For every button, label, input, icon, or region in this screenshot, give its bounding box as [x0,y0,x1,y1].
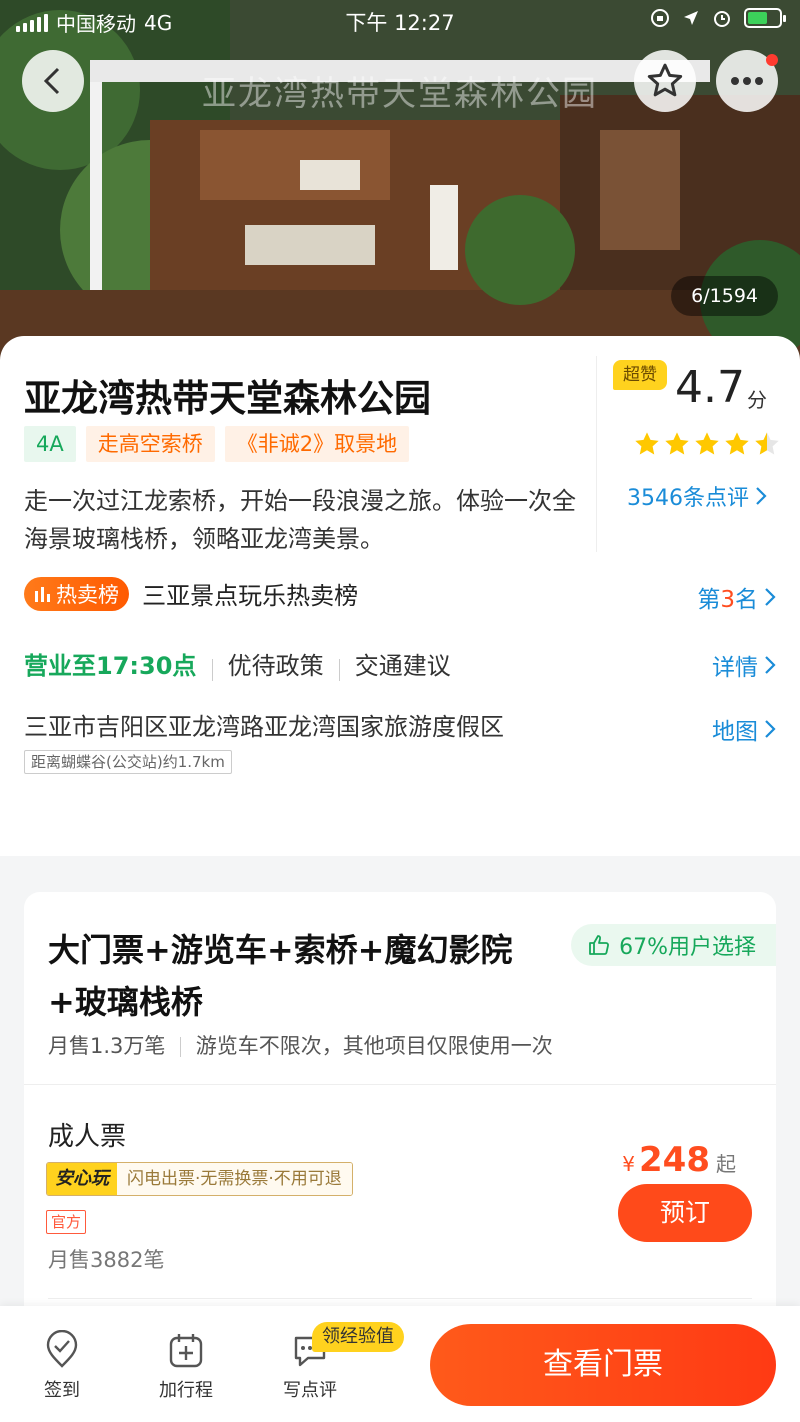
map-link[interactable]: 地图 [712,712,776,746]
checkin-button[interactable]: 签到 [22,1330,102,1402]
price-value: 248 [639,1140,710,1180]
rating-unit: 分 [747,388,767,412]
review-count-link[interactable]: 3546条点评 [627,480,767,512]
package-sales: 月售1.3万笔 [48,1034,166,1058]
star-full-icon [665,432,689,455]
view-tickets-button[interactable]: 查看门票 [430,1324,776,1406]
rotation-lock-icon [651,9,669,27]
bottom-action-bar: 签到 加行程 写点评 领经验值 查看门票 [0,1306,800,1422]
location-check-icon [46,1330,78,1368]
price-suffix: 起 [716,1152,736,1176]
address-row[interactable]: 三亚市吉阳区亚龙湾路亚龙湾国家旅游度假区 距离蝴蝶谷(公交站)约1.7km 地图 [24,708,776,818]
tag-level: 4A [24,426,76,462]
star-outline-icon [647,63,683,97]
discount-policy: 优待政策 [227,652,324,680]
package-title: 大门票+游览车+索桥+魔幻影院+玻璃栈桥 [48,931,513,1021]
battery-icon [744,8,786,28]
package-note: 游览车不限次，其他项目仅限使用一次 [195,1034,553,1058]
star-full-icon [635,432,659,455]
traffic-advice: 交通建议 [354,652,451,680]
rating-badge: 超赞 [613,360,667,390]
status-bar: 中国移动 4G 下午 12:27 [0,0,800,40]
ticket-card: 大门票+游览车+索桥+魔幻影院+玻璃栈桥 67%用户选择 月售1.3万笔 游览车… [24,892,776,1332]
thumbs-up-icon [589,935,610,955]
tag-feature: 走高空索桥 [85,426,215,462]
official-badge: 官方 [46,1210,87,1234]
write-review-label: 写点评 [283,1380,337,1401]
add-trip-button[interactable]: 加行程 [146,1330,226,1402]
chevron-right-icon [765,720,776,738]
book-button[interactable]: 预订 [618,1184,752,1242]
alarm-icon [714,11,730,27]
rating-panel[interactable]: 超赞 4.7 分 3546条点评 [596,356,800,552]
bar-chart-icon [35,586,50,602]
photo-counter: 6/1594 [671,276,778,316]
star-full-icon [725,432,749,455]
divider [338,658,340,681]
hot-list-badge: 热卖榜 [24,576,129,611]
divider [24,1084,776,1085]
user-choice-text: 67%用户选择 [619,935,756,960]
address-text: 三亚市吉阳区亚龙湾路亚龙湾国家旅游度假区 [24,713,504,741]
chevron-right-icon [756,487,767,505]
attraction-name: 亚龙湾热带天堂森林公园 [24,377,431,420]
hero-photo[interactable]: 中国移动 4G 下午 12:27 亚龙湾热带天堂森林公园 6/1594 [0,0,800,360]
rank-number: 3 [720,587,735,613]
distance-label: 距离蝴蝶谷(公交站)约1.7km [24,750,232,774]
ranking-title: 三亚景点玩乐热卖榜 [142,582,359,610]
rank-prefix: 第 [697,587,721,613]
currency-symbol: ¥ [622,1152,636,1176]
package-meta: 月售1.3万笔 游览车不限次，其他项目仅限使用一次 [48,1030,553,1060]
divider [48,1298,752,1299]
opening-hours: 营业至17:30点 [24,652,197,680]
divider [211,658,213,681]
anxin-badge: 安心玩 闪电出票·无需换票·不用可退 [46,1162,353,1196]
star-half-icon [755,432,779,455]
user-choice-badge: 67%用户选择 [571,924,776,966]
attraction-description: 走一次过江龙索桥，开始一段浪漫之旅。体验一次全海景玻璃栈桥，领略亚龙湾美景。 [24,487,576,553]
chevron-right-icon [765,588,776,606]
hot-list-label: 热卖榜 [56,582,119,607]
star-rating [633,430,781,458]
hours-row[interactable]: 营业至17:30点 优待政策 交通建议 详情 [24,646,776,686]
details-label: 详情 [712,655,758,681]
location-icon [684,11,698,25]
rank-suffix: 名 [735,587,758,613]
calendar-add-icon [169,1334,203,1368]
ticket-sales: 月售3882笔 [48,1248,165,1272]
anxin-desc: 闪电出票·无需换票·不用可退 [117,1163,352,1195]
anxin-label: 安心玩 [47,1163,117,1195]
favorite-button[interactable] [634,50,696,112]
add-trip-label: 加行程 [159,1380,213,1401]
ranking-link[interactable]: 第3名 [697,580,776,614]
more-dots-icon [731,77,763,85]
checkin-label: 签到 [44,1380,80,1401]
chevron-right-icon [765,656,776,674]
star-full-icon [695,432,719,455]
review-count: 3546条点评 [627,486,749,511]
reward-badge: 领经验值 [312,1322,404,1352]
map-label: 地图 [712,719,758,745]
ticket-price: ¥ 248 起 [622,1140,736,1180]
tag-filming: 《非诚2》取景地 [224,426,410,462]
notification-dot [766,54,778,66]
ticket-name: 成人票 [48,1122,127,1152]
divider [180,1037,182,1057]
tag-list: 4A 走高空索桥 《非诚2》取景地 [24,426,410,462]
rating-score: 4.7 [675,362,745,413]
ranking-row[interactable]: 热卖榜 三亚景点玩乐热卖榜 第3名 [24,576,776,616]
details-link[interactable]: 详情 [712,648,776,682]
attraction-info: 亚龙湾热带天堂森林公园 4A 走高空索桥 《非诚2》取景地 走一次过江龙索桥，开… [0,336,800,856]
